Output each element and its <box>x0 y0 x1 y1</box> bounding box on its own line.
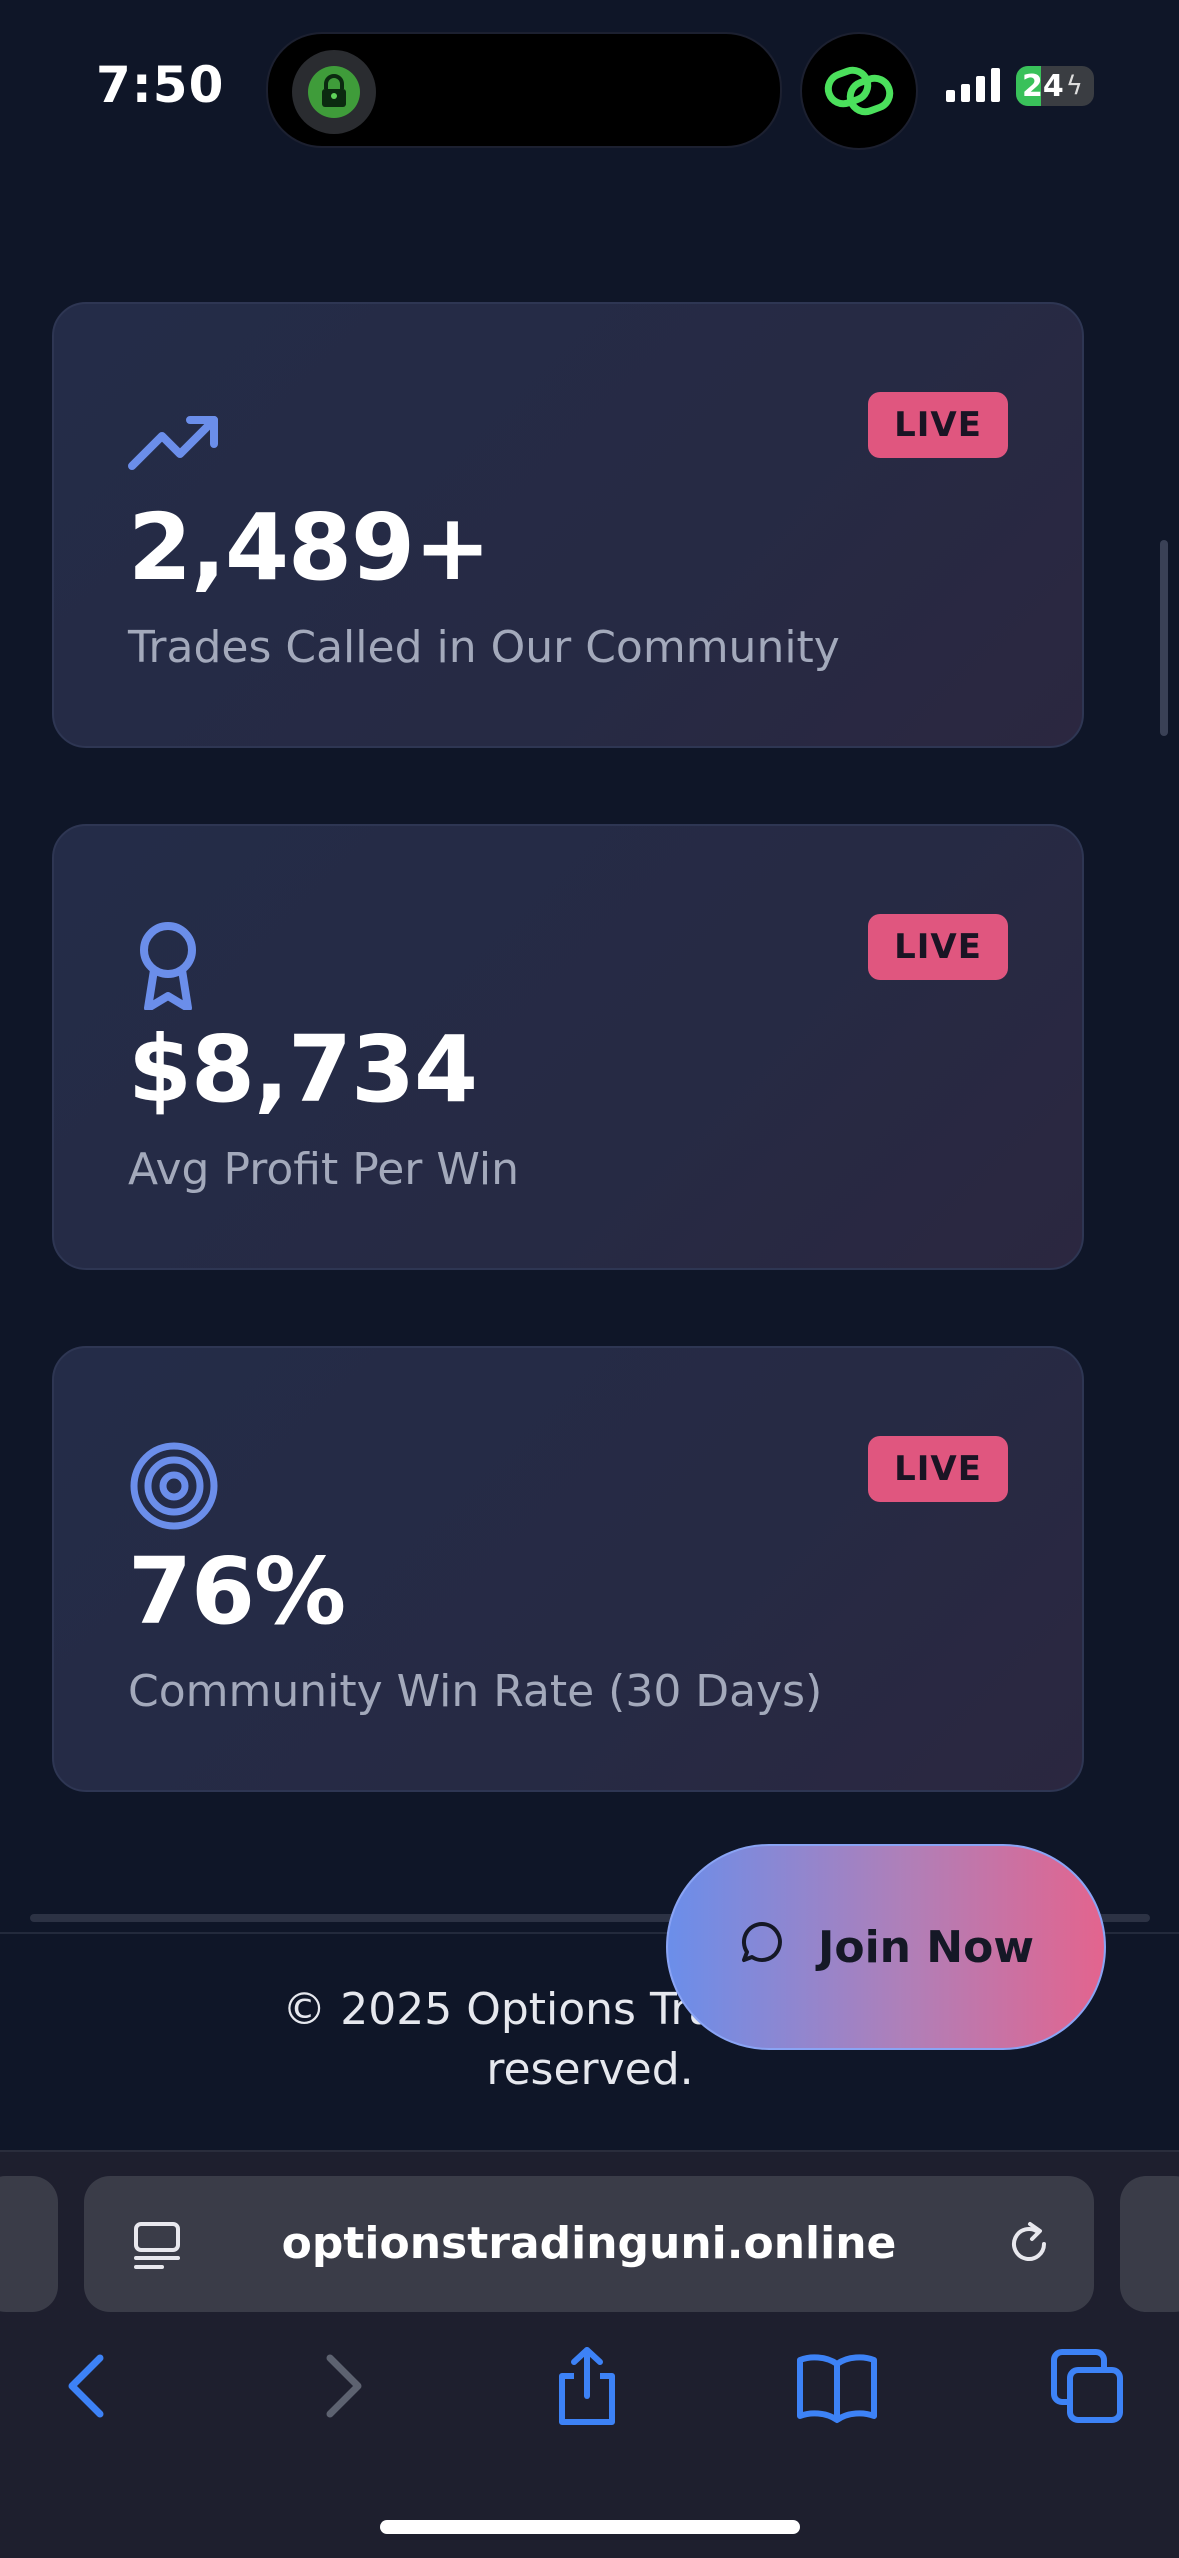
bookmarks-icon[interactable] <box>796 2346 878 2430</box>
stat-label: Avg Profit Per Win <box>128 1144 519 1195</box>
battery-level: 24 <box>1022 68 1064 104</box>
next-tab-preview[interactable] <box>1120 2176 1179 2312</box>
stat-value: 76% <box>128 1538 346 1645</box>
back-icon[interactable] <box>62 2346 114 2430</box>
url-text: optionstradinguni.online <box>281 2218 897 2269</box>
join-now-label: Join Now <box>817 1921 1035 1973</box>
battery-icon: 24 ϟ <box>1016 66 1094 106</box>
home-indicator[interactable] <box>380 2520 800 2534</box>
stat-label: Trades Called in Our Community <box>128 622 840 673</box>
live-badge: LIVE <box>868 1436 1008 1502</box>
stat-card-profit: LIVE $8,734 Avg Profit Per Win <box>52 824 1084 1270</box>
live-badge: LIVE <box>868 914 1008 980</box>
stat-label: Community Win Rate (30 Days) <box>128 1666 823 1717</box>
link-icon <box>800 32 918 150</box>
chat-bubble-icon <box>738 1918 786 1977</box>
forward-icon[interactable] <box>316 2346 368 2430</box>
target-icon <box>128 1440 220 1532</box>
reload-icon[interactable] <box>1004 2218 1056 2274</box>
stat-card-winrate: LIVE 76% Community Win Rate (30 Days) <box>52 1346 1084 1792</box>
previous-tab-preview[interactable] <box>0 2176 58 2312</box>
tabs-icon[interactable] <box>1050 2346 1126 2430</box>
address-bar[interactable]: optionstradinguni.online <box>84 2176 1094 2312</box>
status-time: 7:50 <box>96 56 225 114</box>
stat-value: 2,489+ <box>128 494 491 601</box>
signal-icon <box>946 68 1000 102</box>
vpn-lock-icon <box>292 50 376 134</box>
stat-value: $8,734 <box>128 1016 478 1123</box>
award-icon <box>128 918 220 1012</box>
share-icon[interactable] <box>552 2346 622 2430</box>
live-badge: LIVE <box>868 392 1008 458</box>
stat-card-trades: LIVE 2,489+ Trades Called in Our Communi… <box>52 302 1084 748</box>
join-now-button[interactable]: Join Now <box>666 1844 1106 2050</box>
trending-up-icon <box>128 396 220 488</box>
scroll-indicator[interactable] <box>1160 540 1168 736</box>
